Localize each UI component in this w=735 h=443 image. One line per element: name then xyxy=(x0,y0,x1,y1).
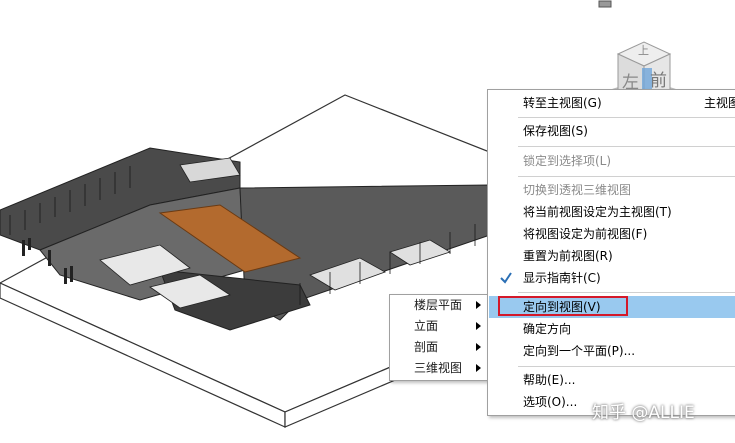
menu-separator xyxy=(518,366,735,367)
menu-item-save-view[interactable]: 保存视图(S) xyxy=(489,120,735,142)
menu-separator xyxy=(518,176,735,177)
checkmark-icon xyxy=(499,267,513,289)
submenu-arrow-icon xyxy=(476,343,481,351)
menu-item-label: 定向到一个平面(P)... xyxy=(523,344,636,358)
menu-item-label: 显示指南针(C) xyxy=(523,271,601,285)
submenu-item-section[interactable]: 剖面 xyxy=(390,337,489,358)
submenu-item-label: 三维视图 xyxy=(414,361,463,375)
submenu-arrow-icon xyxy=(476,364,481,372)
menu-item-help[interactable]: 帮助(E)... xyxy=(489,369,735,391)
submenu-item-label: 剖面 xyxy=(414,340,439,354)
menu-item-set-front-view[interactable]: 将视图设定为前视图(F) xyxy=(489,223,735,245)
menu-separator xyxy=(518,117,735,118)
menu-item-show-compass[interactable]: 显示指南针(C) xyxy=(489,267,735,289)
view-toolbar-icon[interactable] xyxy=(598,0,612,8)
menu-item-lock-to-selection[interactable]: 锁定到选择项(L) xyxy=(489,150,735,172)
menu-item-label: 选项(O)... xyxy=(523,395,578,409)
menu-item-reset-front-view[interactable]: 重置为前视图(R) xyxy=(489,245,735,267)
menu-item-determine-orientation[interactable]: 确定方向 xyxy=(489,318,735,340)
viewcube-front-label[interactable]: 前 xyxy=(650,66,667,91)
viewcube-top-label[interactable]: 上 xyxy=(638,42,649,58)
submenu-item-label: 立面 xyxy=(414,319,439,333)
menu-item-label: 将视图设定为前视图(F) xyxy=(523,227,648,241)
menu-item-label: 确定方向 xyxy=(523,322,572,336)
menu-item-switch-perspective[interactable]: 切换到透视三维视图 xyxy=(489,179,735,201)
menu-item-label: 切换到透视三维视图 xyxy=(523,183,632,197)
watermark: 知乎 @ALLIE xyxy=(592,403,695,423)
menu-item-label: 重置为前视图(R) xyxy=(523,249,613,263)
annotation-highlight-box xyxy=(498,296,628,316)
menu-separator xyxy=(518,146,735,147)
menu-item-label: 帮助(E)... xyxy=(523,373,576,387)
submenu-item-label: 楼层平面 xyxy=(414,298,463,312)
submenu-arrow-icon xyxy=(476,301,481,309)
menu-item-shortcut: 主视图 xyxy=(704,96,735,110)
submenu-item-3d-view[interactable]: 三维视图 xyxy=(390,358,489,379)
menu-item-label: 锁定到选择项(L) xyxy=(523,154,612,168)
menu-separator xyxy=(518,292,735,293)
menu-item-set-home-view[interactable]: 将当前视图设定为主视图(T) xyxy=(489,201,735,223)
submenu-item-floor-plan[interactable]: 楼层平面 xyxy=(390,295,489,316)
menu-item-label: 转至主视图(G) xyxy=(523,96,602,110)
viewcube-context-menu: 转至主视图(G) 主视图 保存视图(S) 锁定到选择项(L) 切换到透视三维视图… xyxy=(487,89,735,416)
menu-item-label: 保存视图(S) xyxy=(523,124,588,138)
menu-item-go-home[interactable]: 转至主视图(G) 主视图 xyxy=(489,92,735,114)
menu-item-label: 将当前视图设定为主视图(T) xyxy=(523,205,672,219)
views-submenu: 楼层平面 立面 剖面 三维视图 xyxy=(389,294,490,381)
submenu-arrow-icon xyxy=(476,322,481,330)
submenu-item-elevation[interactable]: 立面 xyxy=(390,316,489,337)
menu-item-orient-to-plane[interactable]: 定向到一个平面(P)... xyxy=(489,340,735,362)
